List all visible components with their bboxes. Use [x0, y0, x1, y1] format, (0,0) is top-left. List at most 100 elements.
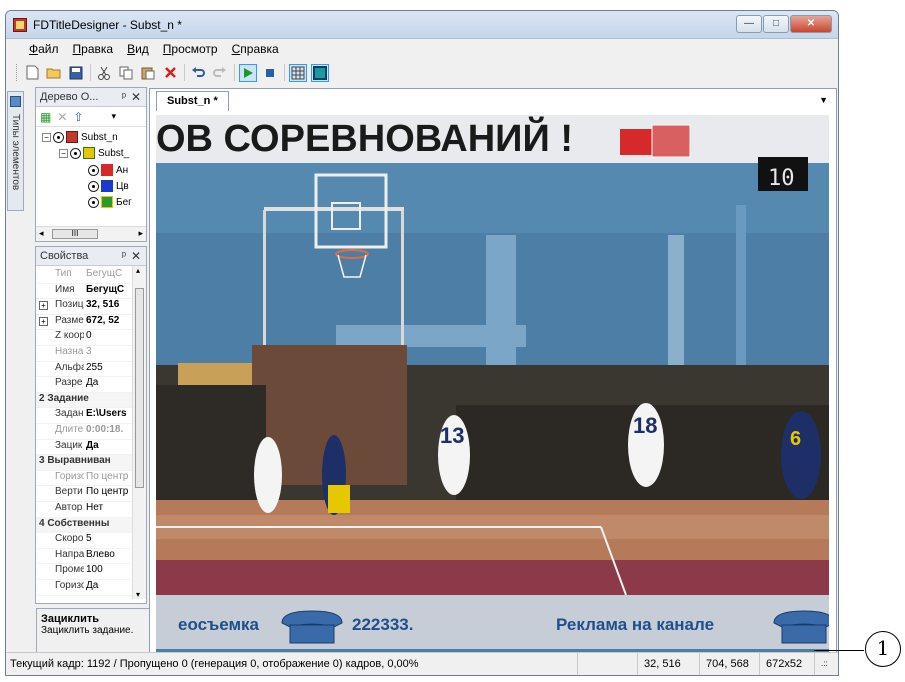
- close-icon[interactable]: ✕: [131, 247, 141, 265]
- property-name: Горизо: [55, 580, 84, 591]
- maximize-button[interactable]: □: [763, 15, 789, 33]
- app-window: FDTitleDesigner - Subst_n * — □ ✕ Файл П…: [5, 10, 839, 676]
- property-row[interactable]: Имя БегущС: [36, 284, 146, 300]
- menu-preview[interactable]: Просмотр: [163, 39, 218, 60]
- property-row[interactable]: Тип БегущС: [36, 268, 146, 284]
- property-row[interactable]: Проме 100: [36, 564, 146, 580]
- scroll-thumb[interactable]: III: [52, 229, 98, 239]
- property-category[interactable]: 4 Собственны: [36, 517, 146, 534]
- tree-hscroll[interactable]: ◂ III ▸: [36, 226, 146, 241]
- tree-node[interactable]: − Subst_n: [42, 131, 118, 143]
- stop-icon[interactable]: [261, 64, 279, 82]
- undo-icon[interactable]: [189, 64, 207, 82]
- visibility-icon[interactable]: [88, 196, 99, 208]
- status-size: 672x52: [759, 653, 814, 675]
- toolbar-grip[interactable]: [16, 64, 19, 81]
- property-row[interactable]: Разре Да: [36, 377, 146, 393]
- scroll-thumb[interactable]: [135, 288, 144, 488]
- property-row[interactable]: Назна 3: [36, 346, 146, 362]
- tree-menu-icon[interactable]: ▾: [111, 111, 116, 122]
- object-tree-panel: Дерево О... ᵖ ✕ ▦ ✕ ⇧ ▾ − Subst_n − Subs…: [35, 87, 147, 242]
- property-name: Z коор: [55, 330, 84, 342]
- tree-node[interactable]: Цв: [88, 180, 129, 192]
- visibility-icon[interactable]: [88, 180, 99, 192]
- property-row[interactable]: Горизо Да: [36, 580, 146, 596]
- menu-view[interactable]: Вид: [127, 39, 149, 60]
- tree-node[interactable]: − Subst_: [59, 147, 129, 159]
- menu-edit[interactable]: Правка: [73, 39, 114, 60]
- property-row[interactable]: Зацик Да: [36, 440, 146, 456]
- property-name: Скоро: [55, 533, 84, 545]
- menu-help[interactable]: Справка: [232, 39, 279, 60]
- element-types-label: Типы элементов: [10, 114, 21, 191]
- tree-node-label: Subst_: [98, 147, 130, 159]
- status-position: 32, 516: [637, 653, 699, 675]
- document-tab[interactable]: Subst_n *: [156, 91, 229, 111]
- new-file-icon[interactable]: [23, 64, 41, 82]
- menu-file[interactable]: Файл: [29, 39, 59, 60]
- tree-node[interactable]: Бег: [88, 196, 132, 208]
- expand-icon[interactable]: +: [39, 301, 48, 311]
- collapse-icon[interactable]: −: [42, 132, 51, 142]
- ticker-icon: [101, 196, 113, 208]
- play-icon[interactable]: [239, 63, 257, 82]
- property-category[interactable]: 2 Задание: [36, 392, 146, 409]
- menu-bar: Файл Правка Вид Просмотр Справка: [6, 39, 838, 60]
- phone-icon: [281, 610, 343, 644]
- grid-icon[interactable]: [289, 63, 307, 82]
- copy-icon[interactable]: [117, 64, 135, 82]
- delete-icon[interactable]: [161, 64, 179, 82]
- remove-element-icon[interactable]: ✕: [57, 110, 67, 124]
- property-row[interactable]: Скоро 5: [36, 533, 146, 549]
- property-row[interactable]: Длите 0:00:18.: [36, 424, 146, 440]
- visibility-icon[interactable]: [88, 164, 99, 176]
- preview-canvas[interactable]: ОВ СОРЕВНОВАНИЙ ! 10 13 18 6 еосъемка 22…: [156, 115, 829, 659]
- property-name: Разме: [55, 314, 84, 326]
- pin-icon[interactable]: ᵖ: [122, 88, 126, 106]
- properties-vscroll[interactable]: ▴ ▾: [132, 266, 146, 599]
- property-row[interactable]: Напра Влево: [36, 549, 146, 565]
- property-row[interactable]: Z коор 0: [36, 330, 146, 346]
- pin-icon[interactable]: ᵖ: [122, 247, 126, 265]
- redo-icon[interactable]: [211, 64, 229, 82]
- property-category[interactable]: 3 Выравниван: [36, 455, 146, 471]
- visibility-icon[interactable]: [70, 147, 81, 159]
- property-row[interactable]: Верти По центр: [36, 486, 146, 502]
- paste-icon[interactable]: [139, 64, 157, 82]
- properties-header: Свойства ᵖ ✕: [36, 247, 146, 266]
- close-button[interactable]: ✕: [790, 15, 832, 33]
- save-icon[interactable]: [67, 64, 85, 82]
- open-folder-icon[interactable]: [45, 64, 63, 82]
- property-name: Альфа: [55, 361, 84, 373]
- visibility-icon[interactable]: [53, 131, 64, 143]
- tree-node-label: Цв: [116, 180, 129, 192]
- property-row[interactable]: Горизо По центр: [36, 471, 146, 487]
- close-icon[interactable]: ✕: [131, 88, 141, 106]
- properties-title: Свойства: [40, 250, 89, 262]
- move-up-icon[interactable]: ⇧: [73, 110, 83, 124]
- add-element-icon[interactable]: ▦: [40, 110, 51, 124]
- collapse-icon[interactable]: −: [59, 148, 68, 158]
- tree-node[interactable]: Ан: [88, 164, 128, 176]
- expand-icon[interactable]: +: [39, 316, 48, 326]
- property-row[interactable]: Задан E:\Users: [36, 408, 146, 424]
- scroll-up-icon[interactable]: ▴: [136, 266, 140, 275]
- status-bar: Текущий кадр: 1192 / Пропущено 0 (генера…: [6, 652, 838, 675]
- property-row[interactable]: + Разме 672, 52: [36, 315, 146, 331]
- object-tree: − Subst_n − Subst_ Ан Цв Бег: [36, 127, 146, 223]
- minimize-button[interactable]: —: [736, 15, 762, 33]
- element-types-tab[interactable]: Типы элементов: [7, 91, 24, 211]
- property-row[interactable]: Альфа 255: [36, 362, 146, 378]
- background-icon[interactable]: [311, 63, 329, 82]
- scroll-right-icon[interactable]: ▸: [138, 228, 143, 239]
- property-row[interactable]: Автор Нет: [36, 502, 146, 518]
- property-name: 3 Выравниван: [39, 455, 111, 467]
- property-row[interactable]: + Позиц 32, 516: [36, 299, 146, 315]
- property-name: Позиц: [55, 299, 84, 311]
- scroll-down-icon[interactable]: ▾: [136, 590, 140, 599]
- scroll-left-icon[interactable]: ◂: [39, 228, 44, 239]
- color-icon: [101, 180, 113, 192]
- resize-grip-icon[interactable]: .::: [814, 653, 838, 675]
- tab-list-icon[interactable]: ▼: [819, 95, 828, 105]
- cut-icon[interactable]: [95, 64, 113, 82]
